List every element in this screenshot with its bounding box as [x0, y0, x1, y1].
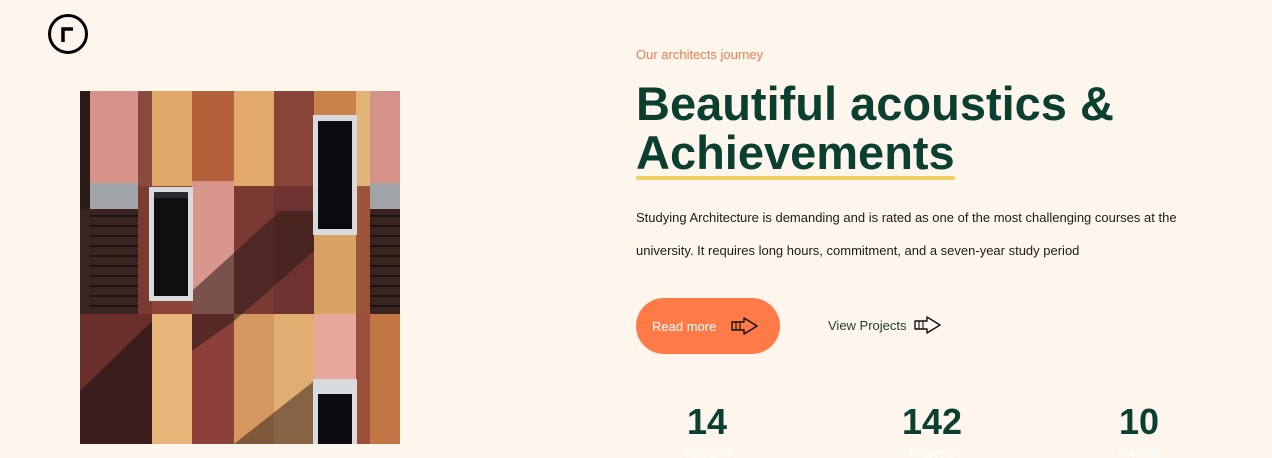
page-title: Beautiful acoustics & Achievements [636, 77, 1256, 180]
title-line-1: Beautiful acoustics & [636, 77, 1114, 130]
view-projects-label: View Projects [828, 317, 907, 333]
stat-label: Years of [683, 445, 731, 458]
hand-pointer-arrow-icon [731, 317, 759, 335]
stat-value: 142 [901, 401, 963, 442]
stat-awards: 10 Awards [1110, 400, 1168, 458]
stat-years: 14 Years of [676, 400, 738, 458]
hero-description: Studying Architecture is demanding and i… [636, 210, 1177, 258]
logo-icon[interactable] [47, 13, 89, 55]
read-more-button[interactable]: Read more [636, 298, 780, 354]
view-projects-button[interactable]: View Projects [828, 315, 943, 335]
stat-value: 14 [686, 401, 728, 442]
stat-label: Projects [908, 445, 956, 458]
eyebrow-text: Our architects journey [636, 47, 764, 62]
stat-label: Awards [1117, 445, 1161, 458]
stat-value: 10 [1118, 401, 1160, 442]
title-line-2: Achievements [636, 126, 955, 180]
read-more-label: Read more [652, 318, 717, 334]
hand-pointer-arrow-icon [913, 316, 941, 334]
stat-projects: 142 Projects [898, 400, 966, 458]
building-facade-image [80, 91, 400, 444]
